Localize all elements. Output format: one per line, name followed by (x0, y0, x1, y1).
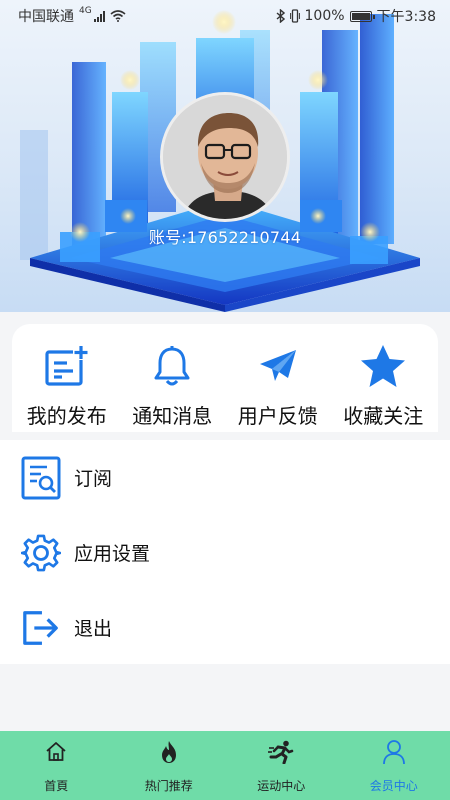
clock: 下午3:38 (376, 9, 436, 25)
user-icon (382, 739, 406, 765)
menu-item-logout[interactable]: 退出 (0, 590, 450, 665)
nav-home[interactable]: 首頁 (0, 731, 113, 800)
quick-action-label: 用户反馈 (237, 404, 318, 428)
account-number: 账号:17652210744 (148, 228, 302, 247)
settings-menu: 订阅 应用设置 退出 (0, 440, 450, 664)
network-type: 4G (79, 6, 92, 16)
menu-item-app-settings[interactable]: 应用设置 (0, 515, 450, 590)
menu-item-label: 应用设置 (74, 543, 151, 565)
nav-label: 会员中心 (369, 779, 418, 793)
quick-actions-card: 我的发布 通知消息 用户反馈 收藏关注 (12, 324, 438, 432)
quick-action-label: 通知消息 (132, 404, 213, 428)
paper-plane-icon (258, 342, 298, 390)
nav-hot-recommend[interactable]: 热门推荐 (113, 731, 226, 800)
quick-action-favorites[interactable]: 收藏关注 (331, 324, 437, 432)
carrier-name: 中国联通 (18, 9, 74, 25)
quick-action-feedback[interactable]: 用户反馈 (225, 324, 331, 432)
document-search-icon (21, 456, 61, 500)
edit-note-icon (43, 342, 91, 390)
star-icon (360, 342, 406, 390)
bottom-nav: 首頁 热门推荐 运动中心 会员中心 (0, 731, 450, 800)
battery-percent: 100% (304, 8, 345, 24)
gear-icon (21, 531, 61, 575)
flame-icon (159, 739, 179, 765)
nav-label: 首頁 (44, 779, 69, 793)
quick-action-notifications[interactable]: 通知消息 (120, 324, 226, 432)
wifi-icon (110, 10, 126, 22)
menu-item-subscriptions[interactable]: 订阅 (0, 440, 450, 515)
bluetooth-icon (276, 9, 285, 23)
quick-action-label: 我的发布 (26, 404, 107, 428)
nav-label: 运动中心 (257, 779, 306, 793)
runner-icon (268, 739, 294, 765)
profile-banner: 账号:17652210744 (0, 0, 450, 312)
menu-item-label: 退出 (74, 618, 113, 640)
nav-label: 热门推荐 (144, 779, 193, 793)
avatar[interactable] (160, 92, 290, 222)
home-icon (45, 739, 67, 765)
quick-action-label: 收藏关注 (343, 404, 424, 428)
nav-member-center[interactable]: 会员中心 (338, 731, 450, 800)
bell-icon (152, 342, 192, 390)
vibrate-icon (289, 9, 300, 23)
signal-icon (93, 10, 105, 22)
logout-icon (21, 606, 61, 650)
quick-action-my-posts[interactable]: 我的发布 (14, 324, 120, 432)
status-bar: 中国联通 4G 100% 下午3:38 (0, 0, 450, 32)
avatar-portrait (163, 95, 287, 219)
battery-icon (349, 10, 375, 22)
menu-item-label: 订阅 (74, 468, 113, 490)
nav-sports-center[interactable]: 运动中心 (225, 731, 338, 800)
